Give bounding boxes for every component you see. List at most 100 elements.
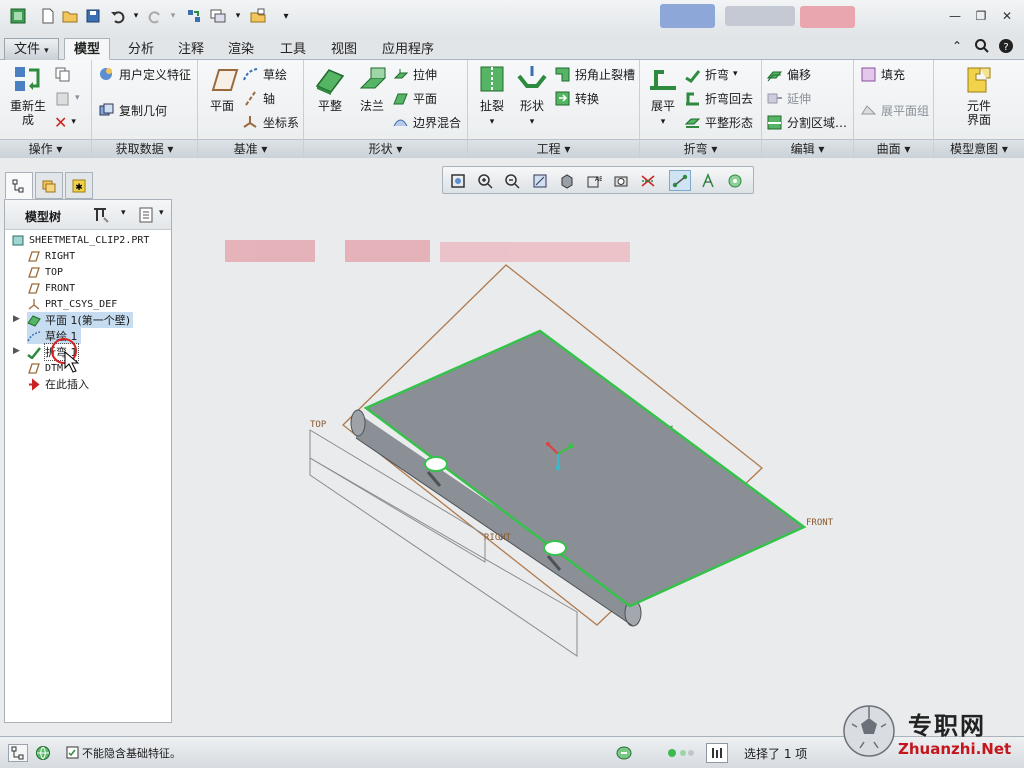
csys-button[interactable]: 坐标系: [242, 112, 299, 132]
copy-button[interactable]: [54, 64, 71, 84]
tree-root[interactable]: SHEETMETAL_CLIP2.PRT: [11, 232, 149, 248]
udf-button[interactable]: 用户定义特征: [98, 64, 191, 84]
tab-annotate[interactable]: 注释: [168, 38, 214, 60]
tree-settings-button[interactable]: [91, 206, 111, 227]
split-area-button[interactable]: 分割区域…: [766, 112, 847, 132]
toggle-browser-button[interactable]: [32, 744, 54, 762]
paste-button[interactable]: ▾: [54, 88, 80, 108]
datum-label-top[interactable]: TOP: [310, 420, 327, 430]
flat-pattern-quilt-button[interactable]: 展平面组: [860, 100, 929, 120]
toggle-navigator-button[interactable]: [8, 744, 28, 762]
zoom-out-button[interactable]: [501, 170, 523, 191]
offset-button[interactable]: 偏移: [766, 64, 811, 84]
saved-views-button[interactable]: AB: [583, 170, 605, 191]
windows-dropdown-icon[interactable]: ▾: [228, 6, 248, 26]
undo-icon[interactable]: [108, 6, 128, 26]
group-datum-footer[interactable]: 基准 ▾: [198, 139, 303, 158]
convert-button[interactable]: 转换: [554, 88, 599, 108]
group-editing-footer[interactable]: 编辑 ▾: [762, 139, 853, 158]
minimize-window-button[interactable]: —: [946, 8, 964, 24]
selection-filter-button[interactable]: [706, 743, 728, 763]
annotation-display-button[interactable]: [697, 170, 719, 191]
tab-file[interactable]: 文件 ▾: [4, 38, 59, 60]
tree-item-insert-here[interactable]: 在此插入: [27, 376, 89, 392]
group-engineering-footer[interactable]: 工程 ▾: [468, 139, 639, 158]
tree-item-right[interactable]: RIGHT: [27, 248, 75, 264]
restore-window-button[interactable]: ❐: [972, 8, 990, 24]
corner-relief-button[interactable]: 拐角止裂槽: [554, 64, 635, 84]
redo-dropdown-icon[interactable]: ▾: [163, 6, 183, 26]
expand-arrow-icon[interactable]: ▶: [13, 314, 20, 324]
planar-button[interactable]: 平面: [392, 88, 437, 108]
tab-analysis[interactable]: 分析: [118, 38, 164, 60]
group-operations-footer[interactable]: 操作 ▾: [0, 139, 91, 158]
component-interface-button[interactable]: 元件 界面: [952, 64, 1006, 127]
tab-applications[interactable]: 应用程序: [372, 38, 444, 60]
regenerate-icon[interactable]: [184, 6, 204, 26]
group-shapes-footer[interactable]: 形状 ▾: [304, 139, 467, 158]
datum-label-front[interactable]: FRONT: [806, 518, 834, 528]
graphics-window[interactable]: TOP RIGHT FRONT: [173, 158, 1024, 736]
fill-button[interactable]: 填充: [860, 64, 905, 84]
tree-item-front[interactable]: FRONT: [27, 280, 75, 296]
flatten-button[interactable]: 平整形态: [684, 112, 753, 132]
spin-center-button[interactable]: [724, 170, 746, 191]
extrude-button[interactable]: 拉伸: [392, 64, 437, 84]
group-bends-footer[interactable]: 折弯 ▾: [640, 139, 761, 158]
sketch-button[interactable]: 草绘: [242, 64, 287, 84]
group-model-intent-footer[interactable]: 模型意图 ▾: [934, 139, 1024, 158]
tab-view[interactable]: 视图: [321, 38, 367, 60]
model-viewport[interactable]: TOP RIGHT FRONT: [173, 158, 1024, 736]
bend-button[interactable]: 折弯 ▾: [684, 64, 738, 84]
windows-icon[interactable]: [208, 6, 228, 26]
tree-show-button[interactable]: [137, 206, 155, 227]
tab-model[interactable]: 模型: [64, 38, 111, 60]
new-file-icon[interactable]: [38, 6, 58, 26]
tab-render[interactable]: 渲染: [218, 38, 264, 60]
expand-arrow-icon[interactable]: ▶: [13, 346, 20, 356]
search-icon[interactable]: [974, 38, 990, 57]
extend-button[interactable]: 延伸: [766, 88, 811, 108]
flat-wall-button[interactable]: 平整: [308, 64, 352, 113]
copy-geometry-button[interactable]: 复制几何: [98, 100, 167, 120]
boundary-blend-button[interactable]: 边界混合: [392, 112, 461, 132]
perspective-button[interactable]: [637, 170, 659, 191]
regenerate-button[interactable]: 重新生 成: [6, 64, 50, 127]
repaint-button[interactable]: [529, 170, 551, 191]
unbend-button[interactable]: 展平 ▾: [642, 64, 684, 129]
rip-button[interactable]: 扯裂 ▾: [472, 64, 512, 129]
tree-item-csys[interactable]: PRT_CSYS_DEF: [27, 296, 117, 312]
close-app-button[interactable]: ✕: [998, 8, 1016, 24]
save-icon[interactable]: [83, 6, 103, 26]
tree-settings-dropdown-icon[interactable]: ▾: [121, 208, 126, 218]
help-icon[interactable]: ?: [998, 38, 1014, 57]
folder-browser-tab[interactable]: [35, 172, 63, 199]
tab-tools[interactable]: 工具: [270, 38, 316, 60]
collapse-ribbon-icon[interactable]: ⌃: [952, 39, 962, 53]
refit-view-button[interactable]: [447, 170, 469, 191]
form-button[interactable]: 形状 ▾: [510, 64, 554, 129]
view-manager-button[interactable]: [610, 170, 632, 191]
flange-button[interactable]: 法兰: [350, 64, 394, 113]
tree-show-dropdown-icon[interactable]: ▾: [159, 208, 164, 218]
delete-button[interactable]: ✕ ▾: [54, 112, 76, 132]
tree-item-top[interactable]: TOP: [27, 264, 63, 280]
redo-icon[interactable]: [145, 6, 165, 26]
datum-display-button[interactable]: [669, 170, 691, 191]
regeneration-status-icon[interactable]: [614, 744, 634, 765]
datum-label-right[interactable]: RIGHT: [484, 533, 512, 543]
close-window-icon[interactable]: [248, 6, 268, 26]
open-folder-icon[interactable]: [60, 6, 80, 26]
display-style-button[interactable]: [556, 170, 578, 191]
customize-toolbar-icon[interactable]: ▾: [276, 6, 296, 26]
undo-dropdown-icon[interactable]: ▾: [126, 6, 146, 26]
bend-back-button[interactable]: 折弯回去: [684, 88, 753, 108]
datum-plane-button[interactable]: 平面: [202, 64, 242, 113]
tree-item-flat-wall[interactable]: 平面 1(第一个壁): [27, 312, 134, 328]
favorites-tab[interactable]: ✱: [65, 172, 93, 199]
axis-button[interactable]: 轴: [242, 88, 275, 108]
model-tree-tab[interactable]: [5, 172, 33, 199]
group-get-data-footer[interactable]: 获取数据 ▾: [92, 139, 197, 158]
group-surfaces-footer[interactable]: 曲面 ▾: [854, 139, 933, 158]
hinge-cutout-2[interactable]: [543, 540, 567, 556]
